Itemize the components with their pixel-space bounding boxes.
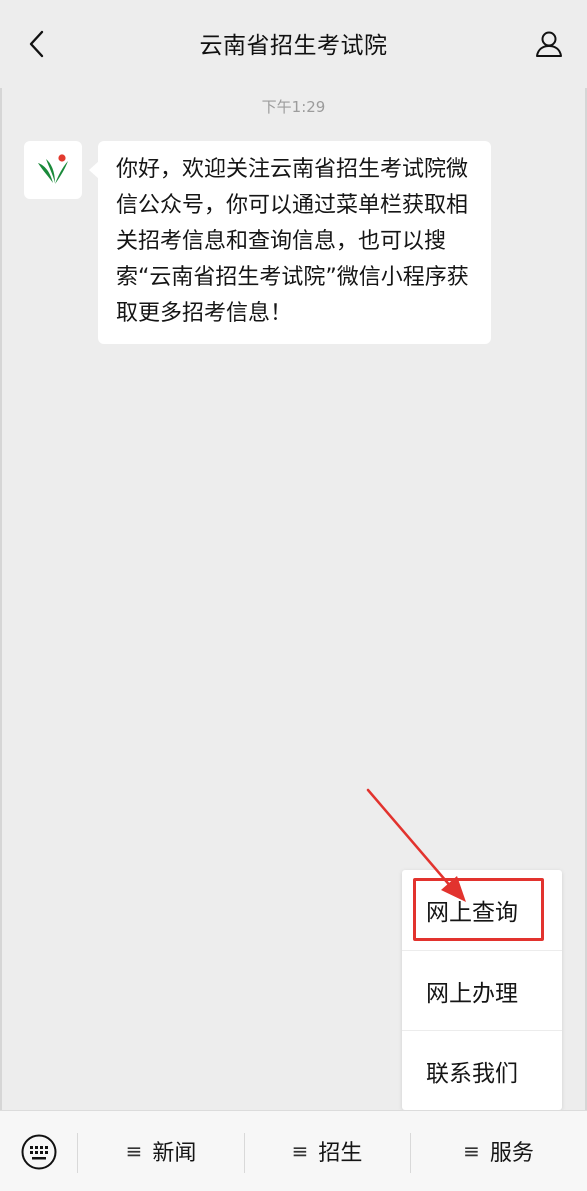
menu-tab-label: 新闻 xyxy=(152,1141,197,1166)
menu-lines-icon: ≡ xyxy=(125,1139,143,1163)
chat-header: 云南省招生考试院 xyxy=(0,0,587,88)
menu-item-online-handling[interactable]: 网上办理 xyxy=(402,950,562,1030)
menu-tab-label: 服务 xyxy=(489,1141,534,1166)
menu-lines-icon: ≡ xyxy=(463,1139,480,1163)
menu-item-online-query[interactable]: 网上查询 xyxy=(402,870,562,950)
yunnan-exam-logo-icon xyxy=(38,154,68,184)
keyboard-toggle-button[interactable] xyxy=(14,1129,64,1175)
menu-tab-news[interactable]: ≡ 新闻 xyxy=(78,1111,244,1191)
message-bubble: 你好，欢迎关注云南省招生考试院微信公众号，你可以通过菜单栏获取相关招考信息和查询… xyxy=(89,141,491,344)
bottom-menu-bar: ≡ 新闻 ≡ 招生 ≡ 服务 xyxy=(0,1110,587,1191)
menu-tab-admissions[interactable]: ≡ 招生 xyxy=(244,1111,410,1191)
menu-tab-label: 招生 xyxy=(318,1141,363,1166)
service-popup-menu: 网上查询 网上办理 联系我们 xyxy=(402,870,562,1110)
menu-tab-services[interactable]: ≡ 服务 xyxy=(410,1111,587,1191)
menu-item-contact-us[interactable]: 联系我们 xyxy=(402,1030,562,1110)
menu-lines-icon: ≡ xyxy=(291,1139,309,1163)
message-timestamp: 下午1:29 xyxy=(261,98,326,116)
keyboard-icon xyxy=(21,1134,57,1170)
page-title: 云南省招生考试院 xyxy=(199,33,388,59)
profile-button[interactable] xyxy=(531,26,567,62)
account-avatar[interactable] xyxy=(24,141,82,199)
person-icon xyxy=(536,31,562,57)
